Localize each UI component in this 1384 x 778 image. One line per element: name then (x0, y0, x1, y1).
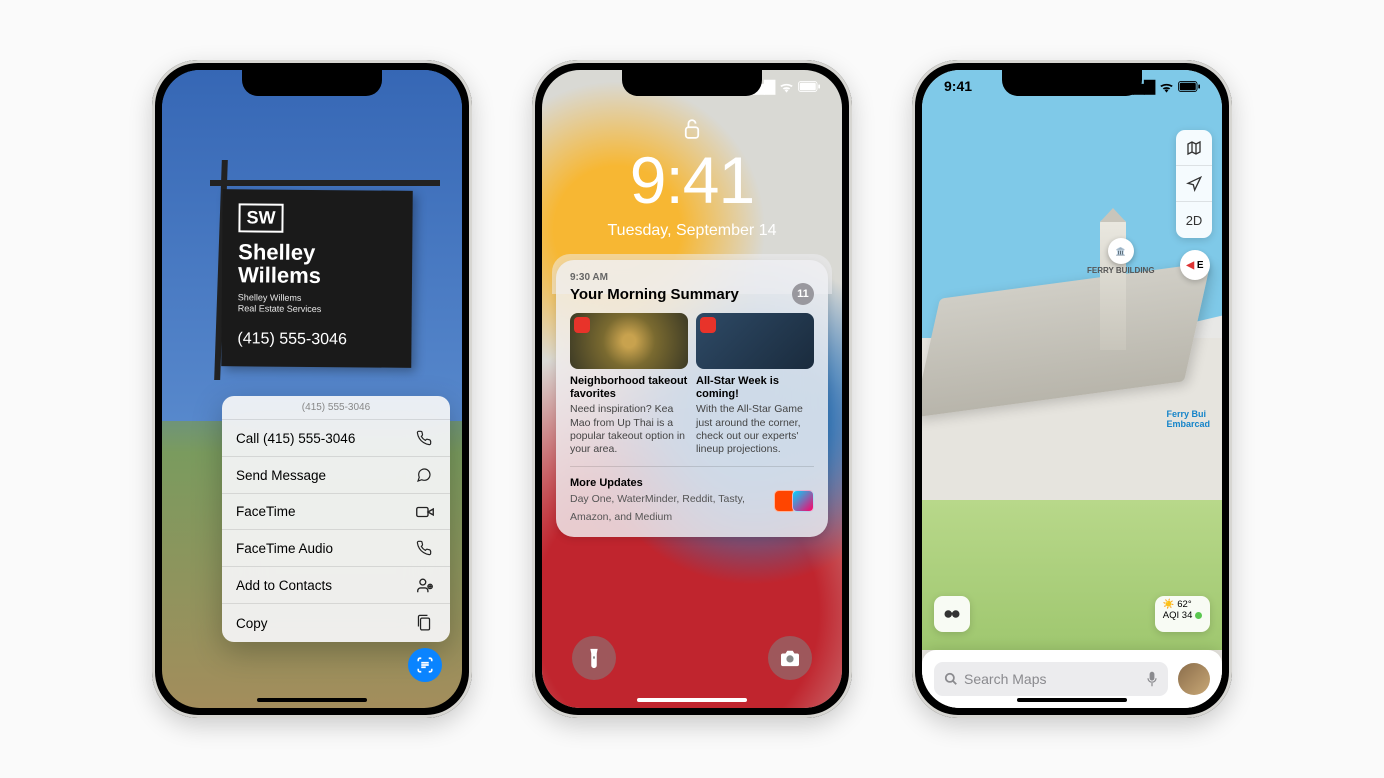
summary-body: With the All-Star Game just around the c… (696, 403, 814, 456)
summary-image (696, 313, 814, 369)
more-updates-title: More Updates (570, 477, 768, 489)
weather-aqi-badge[interactable]: ☀️ 62° AQI 34 (1155, 596, 1210, 632)
summary-headline: All-Star Week is coming! (696, 375, 814, 401)
notification-summary-card[interactable]: 9:30 AM Your Morning Summary 11 Neighbor… (556, 260, 828, 537)
realtor-sign: SW ShelleyWillems Shelley WillemsReal Es… (221, 189, 413, 367)
map-mode-button[interactable] (1176, 130, 1212, 166)
search-placeholder: Search Maps (964, 671, 1046, 687)
map-label-ferry: Ferry BuiEmbarcad (1166, 410, 1210, 430)
wifi-icon (779, 81, 794, 93)
summary-more-updates[interactable]: More Updates Day One, WaterMinder, Reddi… (570, 466, 814, 525)
flashlight-button[interactable] (572, 636, 616, 680)
live-text-button[interactable] (408, 648, 442, 682)
espn-icon (700, 317, 716, 333)
sign-logo: SW (238, 203, 283, 232)
sign-subtitle: Shelley WillemsReal Estate Services (238, 292, 396, 315)
poi-label: FERRY BUILDING (1087, 266, 1155, 275)
map-controls: 2D (1176, 130, 1212, 238)
battery-icon (1178, 81, 1200, 92)
copy-icon (416, 614, 436, 632)
more-updates-app-icons (778, 490, 814, 512)
phone-icon (416, 540, 436, 556)
iphone-live-text: SW ShelleyWillems Shelley WillemsReal Es… (152, 60, 472, 718)
menu-item-facetime[interactable]: FaceTime (222, 494, 450, 530)
menu-item-add-contact[interactable]: Add to Contacts (222, 567, 450, 604)
compass-button[interactable]: ◀ E (1180, 250, 1210, 280)
summary-timestamp: 9:30 AM (570, 272, 814, 283)
phone-icon (416, 430, 436, 446)
summary-headline: Neighborhood takeout favorites (570, 375, 688, 401)
view-2d-button[interactable]: 2D (1176, 202, 1212, 238)
wifi-icon (1159, 81, 1174, 93)
camera-button[interactable] (768, 636, 812, 680)
summary-title: Your Morning Summary (570, 286, 739, 303)
menu-item-label: FaceTime Audio (236, 541, 333, 556)
lock-open-icon (684, 118, 700, 140)
look-around-button[interactable] (934, 596, 970, 632)
location-button[interactable] (1176, 166, 1212, 202)
weather-temp: 62° (1177, 599, 1191, 610)
camera-viewfinder: SW ShelleyWillems Shelley WillemsReal Es… (162, 70, 462, 708)
menu-item-facetime-audio[interactable]: FaceTime Audio (222, 530, 450, 567)
menu-item-label: Add to Contacts (236, 578, 332, 593)
map-canvas[interactable]: 🏛️ FERRY BUILDING Ferry BuiEmbarcad 2D ◀… (922, 70, 1222, 708)
sign-phone-number: (415) 555-3046 (237, 330, 395, 349)
profile-avatar[interactable] (1178, 663, 1210, 695)
iphone-maps: 9:41 ▁▃▅▇ 🏛️ FERRY BUILDING Ferry BuiEmb… (912, 60, 1232, 718)
summary-body: Need inspiration? Kea Mao from Up Thai i… (570, 403, 688, 456)
microphone-icon[interactable] (1146, 671, 1158, 687)
summary-card-food[interactable]: Neighborhood takeout favorites Need insp… (570, 313, 688, 456)
lock-date: Tuesday, September 14 (542, 222, 842, 240)
home-indicator[interactable] (1017, 698, 1127, 702)
menu-item-call[interactable]: Call (415) 555-3046 (222, 420, 450, 457)
more-updates-body: Day One, WaterMinder, Reddit, Tasty, Ama… (570, 493, 745, 523)
menu-item-label: FaceTime (236, 504, 296, 519)
menu-item-message[interactable]: Send Message (222, 457, 450, 494)
aqi-label: AQI 34 (1163, 610, 1193, 621)
live-text-context-menu: (415) 555-3046 Call (415) 555-3046 Send … (222, 396, 450, 642)
lock-screen-wallpaper: 9:41 Tuesday, September 14 9:30 AM Your … (542, 70, 842, 708)
menu-item-copy[interactable]: Copy (222, 604, 450, 642)
summary-image (570, 313, 688, 369)
menu-item-label: Call (415) 555-3046 (236, 431, 355, 446)
sign-name: ShelleyWillems (238, 240, 396, 288)
aqi-indicator-icon (1195, 612, 1202, 619)
summary-count-badge: 11 (792, 283, 814, 305)
search-icon (944, 672, 958, 686)
poi-pin-icon: 🏛️ (1108, 238, 1134, 264)
home-indicator[interactable] (257, 698, 367, 702)
notch (622, 70, 762, 96)
summary-card-sports[interactable]: All-Star Week is coming! With the All-St… (696, 313, 814, 456)
notch (242, 70, 382, 96)
yelp-icon (574, 317, 590, 333)
lock-time: 9:41 (542, 142, 842, 218)
battery-icon (798, 81, 820, 92)
add-contact-icon (416, 577, 436, 593)
menu-item-label: Send Message (236, 468, 326, 483)
notch (1002, 70, 1142, 96)
search-input[interactable]: Search Maps (934, 662, 1168, 696)
message-icon (416, 467, 436, 483)
iphone-lock-screen: ▁▃▅▇ 9:41 Tuesday, September 14 9:30 AM … (532, 60, 852, 718)
facetime-video-icon (416, 505, 436, 519)
menu-item-label: Copy (236, 616, 268, 631)
app-icon (792, 490, 814, 512)
home-indicator[interactable] (637, 698, 747, 702)
context-menu-header: (415) 555-3046 (222, 396, 450, 420)
poi-ferry-building[interactable]: 🏛️ FERRY BUILDING (1087, 238, 1155, 275)
status-time: 9:41 (944, 78, 972, 95)
